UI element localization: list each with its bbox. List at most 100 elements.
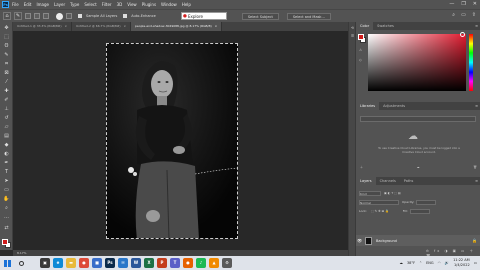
tab-adjustments[interactable]: Adjustments <box>379 102 409 110</box>
menu-file[interactable]: File <box>12 2 19 7</box>
share-icon[interactable]: ⇪ <box>472 12 476 18</box>
panel-menu-icon[interactable]: ≡ <box>475 22 480 30</box>
filter-icons[interactable]: ▣ ◐ T ⬚ ▤ <box>384 191 401 195</box>
swap-colors-icon[interactable]: ⇄ <box>3 225 10 232</box>
healing-brush-tool-icon[interactable]: ✚ <box>3 88 10 95</box>
blend-mode-select[interactable]: Normal <box>359 199 399 205</box>
panel-menu-icon[interactable]: ≡ <box>475 177 480 185</box>
taskbar-clock[interactable]: 11:22 AM 1/4/2022 <box>453 258 470 267</box>
sample-all-layers-checkbox[interactable] <box>78 14 82 18</box>
excel-taskbar-icon[interactable]: X <box>144 258 154 268</box>
layer-lock-icon[interactable]: 🔒 <box>472 238 477 243</box>
brush-tool-icon[interactable]: ✐ <box>3 97 10 104</box>
windows-start-icon[interactable] <box>4 259 11 267</box>
eyedropper-tool-icon[interactable]: ⁄ <box>3 79 10 86</box>
history-brush-tool-icon[interactable]: ↺ <box>3 115 10 122</box>
tab-libraries[interactable]: Libraries <box>356 102 380 110</box>
library-trash-icon[interactable]: 🗑 <box>473 165 477 170</box>
tab-paths[interactable]: Paths <box>400 177 418 185</box>
edge-taskbar-icon[interactable]: e <box>53 258 63 268</box>
temperature[interactable]: 38°F <box>407 261 415 265</box>
minimize-icon[interactable]: — <box>449 0 454 9</box>
opacity-field[interactable] <box>416 199 437 205</box>
properties-panel-icon[interactable]: ☰ <box>350 34 355 39</box>
hand-tool-icon[interactable]: ✋ <box>3 196 10 203</box>
chrome-taskbar-icon[interactable]: ● <box>79 258 89 268</box>
menu-window[interactable]: Window <box>161 2 177 7</box>
menu-plugins[interactable]: Plugins <box>142 2 156 7</box>
search-field[interactable]: ● Explore <box>181 12 227 20</box>
menu-type[interactable]: Type <box>70 2 79 7</box>
zoom-tool-icon[interactable]: ⌕ <box>3 205 10 212</box>
color-picker-field[interactable] <box>368 34 466 91</box>
dodge-tool-icon[interactable]: ◐ <box>3 151 10 158</box>
task-view-taskbar-icon[interactable]: ▣ <box>40 258 50 268</box>
mail-taskbar-icon[interactable]: ✉ <box>118 258 128 268</box>
layer-kind-filter[interactable]: Kind <box>359 190 381 196</box>
word-taskbar-icon[interactable]: W <box>131 258 141 268</box>
foreground-color-swatch[interactable] <box>2 239 8 245</box>
menu-filter[interactable]: Filter <box>102 2 112 7</box>
weather-icon[interactable]: ☁ <box>399 261 403 265</box>
close-tab-icon[interactable]: × <box>215 24 218 28</box>
notification-icon[interactable]: ▭ <box>474 261 477 265</box>
history-panel-icon[interactable]: ⟲ <box>350 26 355 31</box>
hue-slider[interactable] <box>469 34 473 91</box>
menu-help[interactable]: Help <box>182 2 191 7</box>
panel-menu-icon[interactable]: ≡ <box>475 102 480 110</box>
menu-select[interactable]: Select <box>84 2 96 7</box>
quick-selection-tool-icon[interactable]: ✎ <box>3 52 10 59</box>
select-and-mask-button[interactable]: Select and Mask... <box>286 12 331 20</box>
clone-stamp-tool-icon[interactable]: ⊥ <box>3 106 10 113</box>
close-tab-icon[interactable]: × <box>65 24 68 28</box>
document-image[interactable] <box>106 43 238 239</box>
wifi-icon[interactable]: ◠ <box>438 261 441 265</box>
gradient-tool-icon[interactable]: ▤ <box>3 133 10 140</box>
select-subject-button[interactable]: Select Subject <box>241 12 279 20</box>
brush-angle-icon[interactable] <box>66 13 72 19</box>
photoshop-taskbar-icon[interactable]: Ps <box>105 258 115 268</box>
tab-untitled-1[interactable]: Untitled-1 @ 33.3% (RGB/8#) × <box>13 22 73 31</box>
layer-row-background[interactable]: 👁 Background 🔒 <box>356 235 480 246</box>
tab-people-photo[interactable]: people-and-shadow-3049088.jpg @ 8.17% (R… <box>131 22 223 31</box>
add-to-selection-icon[interactable] <box>34 13 40 19</box>
volume-icon[interactable]: 🔊 <box>445 261 449 265</box>
pen-tool-icon[interactable]: ✒ <box>3 160 10 167</box>
tab-channels[interactable]: Channels <box>376 177 400 185</box>
color-panel-foreground-swatch[interactable] <box>358 34 364 40</box>
subtract-selection-icon[interactable] <box>43 13 49 19</box>
teams-taskbar-icon[interactable]: T <box>170 258 180 268</box>
magnify-icon[interactable]: ⌕ <box>452 12 455 18</box>
path-selection-tool-icon[interactable]: ➤ <box>3 178 10 185</box>
type-tool-icon[interactable]: T <box>3 169 10 176</box>
lasso-tool-icon[interactable]: ʘ <box>3 43 10 50</box>
library-cloud-icon[interactable]: ☁ <box>417 165 420 170</box>
zoom-level[interactable]: 8.17% <box>17 251 27 255</box>
fill-field[interactable] <box>409 208 430 214</box>
close-icon[interactable]: ✕ <box>473 0 477 9</box>
lock-icons[interactable]: ⬚ ✎ ✥ ⊠ 🔒 <box>371 209 389 213</box>
tray-chevron-icon[interactable]: ⌃ <box>419 261 422 265</box>
visibility-eye-icon[interactable]: 👁 <box>356 238 363 243</box>
menu-edit[interactable]: Edit <box>24 2 32 7</box>
library-add-icon[interactable]: ＋ <box>360 165 363 170</box>
tab-swatches[interactable]: Swatches <box>373 22 398 30</box>
crop-tool-icon[interactable]: ⌗ <box>3 61 10 68</box>
file-explorer-taskbar-icon[interactable]: ▬ <box>66 258 76 268</box>
store-taskbar-icon[interactable]: ■ <box>92 258 102 268</box>
canvas-area[interactable] <box>13 31 348 250</box>
library-dropdown[interactable] <box>360 116 476 122</box>
firefox-taskbar-icon[interactable]: ● <box>183 258 193 268</box>
new-selection-icon[interactable] <box>25 13 31 19</box>
menu-image[interactable]: Image <box>36 2 49 7</box>
menu-3d[interactable]: 3D <box>117 2 123 7</box>
workspace-icon[interactable]: ▭ <box>461 12 466 18</box>
restore-icon[interactable]: ❐ <box>461 0 465 9</box>
settings-taskbar-icon[interactable]: ⚙ <box>222 258 232 268</box>
language-indicator[interactable]: ENG <box>426 261 434 265</box>
blur-tool-icon[interactable]: ◆ <box>3 142 10 149</box>
more-tools-icon[interactable]: … <box>3 214 10 221</box>
powerpoint-taskbar-icon[interactable]: P <box>157 258 167 268</box>
color-picker-marker[interactable] <box>460 32 465 37</box>
move-tool-icon[interactable]: ✥ <box>3 25 10 32</box>
